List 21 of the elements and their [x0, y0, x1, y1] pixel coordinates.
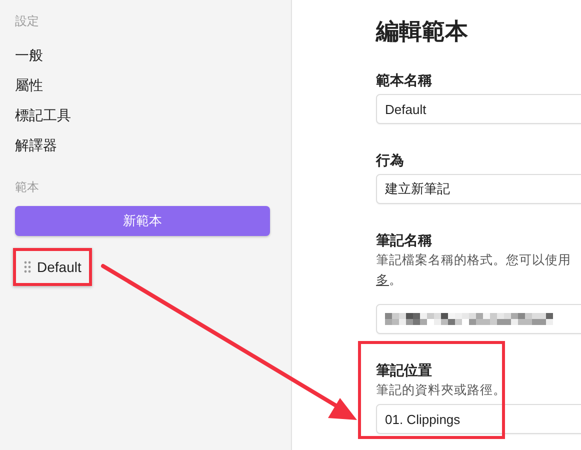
- field-label: 行為: [376, 151, 404, 170]
- template-item[interactable]: Default: [13, 248, 92, 286]
- new-template-button[interactable]: 新範本: [15, 206, 270, 236]
- field-label: 筆記名稱: [376, 231, 432, 250]
- field-description: 筆記的資料夾或路徑。: [376, 382, 507, 399]
- sidebar-item[interactable]: 一般: [15, 40, 276, 70]
- input-field[interactable]: 建立新筆記: [376, 174, 581, 204]
- page-title: 編輯範本: [376, 17, 468, 46]
- field-label: 筆記位置: [376, 361, 432, 380]
- section-heading: 設定: [15, 13, 40, 30]
- input-field[interactable]: Default: [376, 94, 581, 124]
- field-label: 範本名稱: [376, 71, 432, 90]
- field-description: 筆記檔案名稱的格式。您可以使用 多。: [376, 252, 572, 289]
- input-field[interactable]: 01. Clippings: [376, 404, 581, 434]
- section-heading: 範本: [15, 179, 40, 196]
- learn-more-link[interactable]: 多: [376, 273, 389, 287]
- sidebar-item[interactable]: 解譯器: [15, 130, 276, 160]
- drag-handle-icon[interactable]: [24, 261, 31, 273]
- sidebar-item[interactable]: 標記工具: [15, 100, 276, 130]
- sidebar-item[interactable]: 屬性: [15, 70, 276, 100]
- input-field[interactable]: [376, 304, 581, 334]
